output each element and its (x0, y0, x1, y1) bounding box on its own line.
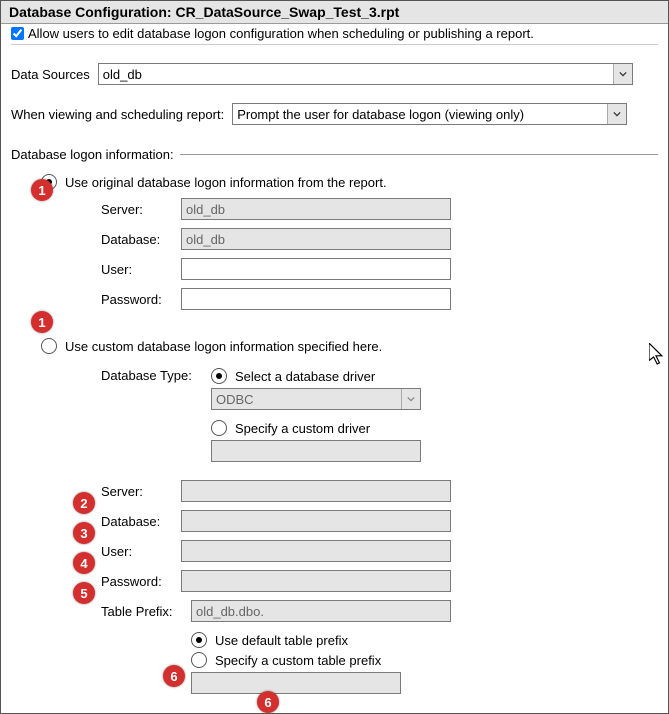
annotation-badge-3: 3 (73, 522, 95, 544)
annotation-badge-6b: 6 (257, 691, 279, 713)
cust-server-label: Server: (101, 484, 181, 499)
annotation-badge-5: 5 (73, 582, 95, 604)
orig-user-field[interactable] (181, 258, 451, 280)
title-text: Database Configuration: CR_DataSource_Sw… (9, 4, 399, 20)
driver-select[interactable]: ODBC (211, 388, 421, 410)
when-viewing-label: When viewing and scheduling report: (11, 107, 224, 122)
default-prefix-label: Use default table prefix (215, 633, 348, 648)
annotation-badge-4: 4 (73, 552, 95, 574)
cust-password-field[interactable] (181, 570, 451, 592)
table-prefix-field (191, 600, 451, 622)
custom-prefix-label: Specify a custom table prefix (215, 653, 381, 668)
cust-database-label: Database: (101, 514, 181, 529)
orig-database-field (181, 228, 451, 250)
orig-password-field[interactable] (181, 288, 451, 310)
orig-user-label: User: (101, 262, 181, 277)
driver-value: ODBC (216, 392, 254, 407)
cust-database-field[interactable] (181, 510, 451, 532)
logon-section-label: Database logon information: (11, 147, 174, 162)
cust-server-field[interactable] (181, 480, 451, 502)
chevron-down-icon (613, 64, 632, 84)
cust-password-label: Password: (101, 574, 181, 589)
radio-custom-prefix[interactable] (191, 652, 207, 668)
annotation-badge-1: 1 (31, 179, 53, 201)
option-custom[interactable]: Use custom database logon information sp… (41, 338, 658, 354)
orig-server-label: Server: (101, 202, 181, 217)
option-original[interactable]: Use original database logon information … (41, 174, 658, 190)
annotation-badge-1b: 1 (31, 311, 53, 333)
window: 1 1 2 3 4 5 6 6 Database Configuration: … (0, 0, 669, 714)
mouse-cursor (649, 343, 663, 363)
radio-select-driver[interactable] (211, 368, 227, 384)
cust-user-field[interactable] (181, 540, 451, 562)
orig-server-field (181, 198, 451, 220)
option-custom-label: Use custom database logon information sp… (65, 339, 382, 354)
custom-prefix-field (191, 672, 401, 694)
select-driver-label: Select a database driver (235, 369, 375, 384)
chevron-down-icon (607, 104, 626, 124)
radio-specify-driver[interactable] (211, 420, 227, 436)
title-bar: Database Configuration: CR_DataSource_Sw… (1, 1, 668, 24)
annotation-badge-2: 2 (73, 492, 95, 514)
specify-driver-field (211, 440, 421, 462)
data-sources-label: Data Sources (11, 67, 90, 82)
allow-edit-row: Allow users to edit database logon confi… (11, 26, 658, 45)
data-sources-value: old_db (103, 67, 142, 82)
radio-default-prefix[interactable] (191, 632, 207, 648)
data-sources-select[interactable]: old_db (98, 63, 633, 85)
allow-edit-checkbox[interactable] (11, 27, 24, 40)
table-prefix-label: Table Prefix: (101, 604, 191, 619)
orig-database-label: Database: (101, 232, 181, 247)
annotation-badge-6: 6 (163, 665, 185, 687)
allow-edit-label: Allow users to edit database logon confi… (28, 26, 534, 41)
radio-custom[interactable] (41, 338, 57, 354)
when-viewing-select[interactable]: Prompt the user for database logon (view… (232, 103, 627, 125)
orig-password-label: Password: (101, 292, 181, 307)
dbtype-label: Database Type: (101, 368, 211, 383)
section-divider (180, 154, 658, 155)
chevron-down-icon (401, 389, 420, 409)
when-viewing-value: Prompt the user for database logon (view… (237, 107, 524, 122)
option-original-label: Use original database logon information … (65, 175, 387, 190)
cust-user-label: User: (101, 544, 181, 559)
specify-driver-label: Specify a custom driver (235, 421, 370, 436)
